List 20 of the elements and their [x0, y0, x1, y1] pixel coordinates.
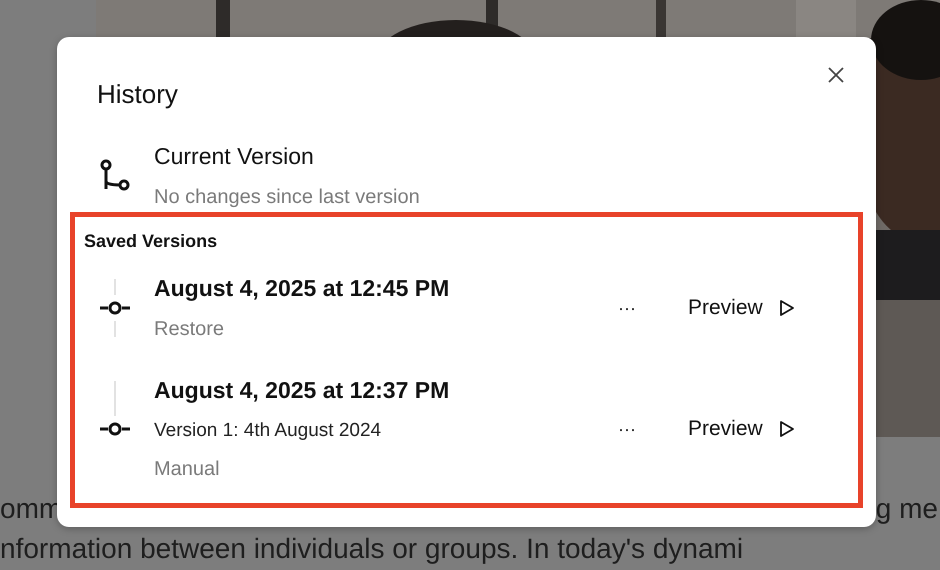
play-icon — [778, 299, 795, 317]
section-heading: Saved Versions — [84, 230, 218, 253]
paragraph-text: g me — [876, 492, 938, 526]
more-button[interactable]: ··· — [614, 298, 640, 318]
preview-button[interactable]: Preview — [688, 417, 795, 441]
version-node-icon — [99, 301, 131, 315]
paragraph-text: nformation between individuals or groups. In today's dynami — [0, 532, 744, 566]
more-button[interactable]: ··· — [614, 418, 640, 440]
version-note: Manual — [154, 457, 221, 482]
dialog-title: History — [97, 78, 178, 111]
branch-icon — [100, 159, 130, 193]
current-version-title: Current Version — [154, 142, 315, 171]
version-node-icon — [99, 422, 131, 436]
version-date: August 4, 2025 at 12:45 PM — [154, 274, 450, 303]
current-version-status: No changes since last version — [154, 185, 420, 210]
version-note: Restore — [154, 317, 226, 342]
play-icon — [778, 420, 795, 438]
version-date: August 4, 2025 at 12:37 PM — [154, 376, 450, 405]
preview-button[interactable]: Preview — [688, 296, 795, 320]
version-name: Version 1: 4th August 2024 — [154, 419, 382, 443]
